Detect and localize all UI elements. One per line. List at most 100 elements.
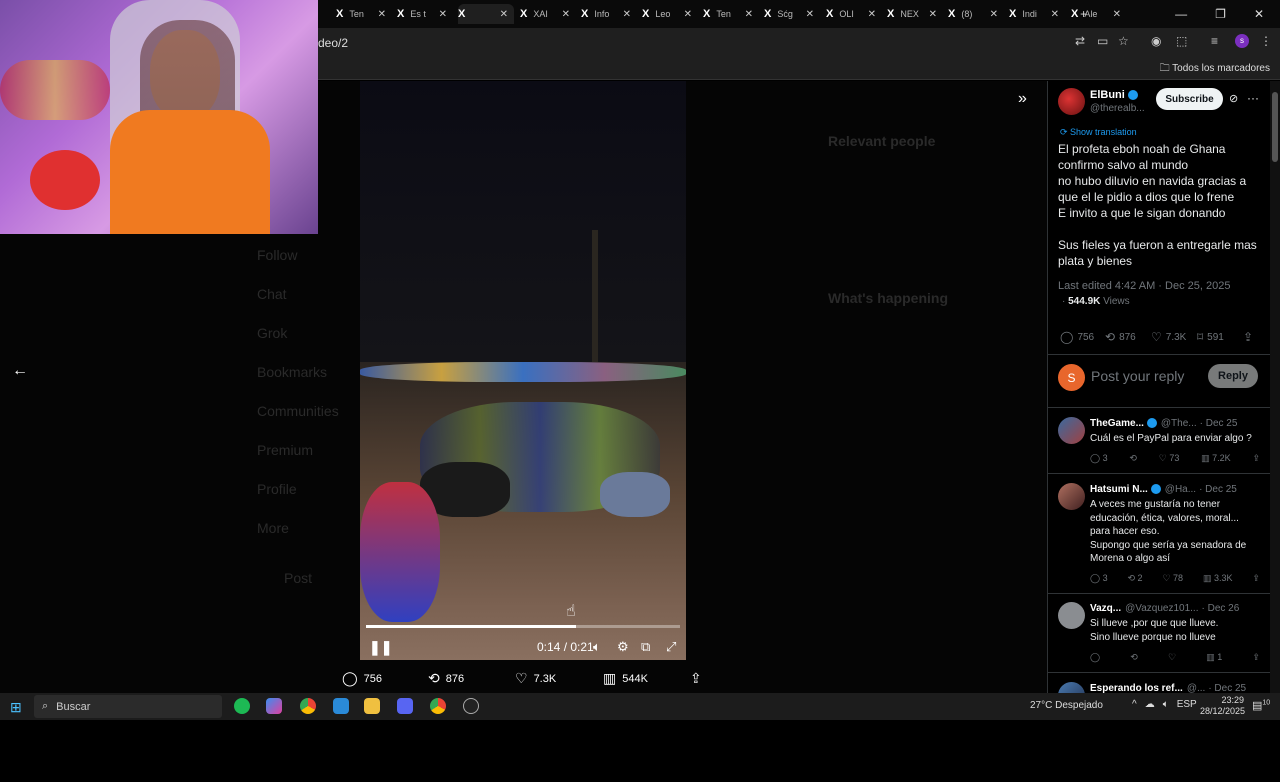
- tweet-like-stat[interactable]: ♡ 7.3K: [1151, 330, 1186, 344]
- comment-share-action[interactable]: ⇪: [1252, 573, 1260, 584]
- close-tab-icon[interactable]: ✕: [378, 9, 386, 20]
- menu-icon[interactable]: ⋮: [1260, 34, 1272, 48]
- chrome-icon[interactable]: [300, 698, 316, 714]
- close-tab-icon[interactable]: ✕: [562, 9, 570, 20]
- fullscreen-icon[interactable]: ⤢: [666, 639, 676, 655]
- notifications-icon[interactable]: ▤10: [1252, 699, 1270, 712]
- extension-icon[interactable]: ◉: [1151, 34, 1161, 48]
- comment-reply-action[interactable]: ◯: [1090, 652, 1100, 663]
- tweet-reply-stat[interactable]: ◯ 756: [1060, 330, 1094, 344]
- browser-tab[interactable]: X Ten ✕: [336, 4, 392, 24]
- restore-icon[interactable]: ❐: [1215, 7, 1226, 21]
- comment-author-handle[interactable]: @Ha...: [1165, 484, 1196, 495]
- show-translation-link[interactable]: ⟳ Show translation: [1060, 127, 1137, 138]
- scroll-thumb[interactable]: [1272, 92, 1278, 162]
- comment-views-action[interactable]: ▥ 1: [1206, 652, 1222, 663]
- comment-date[interactable]: · Dec 25: [1200, 418, 1238, 429]
- comment-like-action[interactable]: ♡ 78: [1162, 573, 1183, 584]
- comment-author-name[interactable]: Vazq...: [1090, 603, 1121, 614]
- new-tab-icon[interactable]: +: [1080, 7, 1087, 21]
- comment-date[interactable]: · Dec 26: [1201, 603, 1239, 614]
- puzzle-icon[interactable]: ⬚: [1176, 34, 1187, 48]
- repost-action[interactable]: ⟲ 876: [428, 670, 464, 687]
- obs-icon[interactable]: [463, 698, 479, 714]
- browser-tab[interactable]: X NEX ✕: [887, 4, 943, 24]
- browser-tab[interactable]: X Indi ✕: [1009, 4, 1065, 24]
- share-action[interactable]: ⇪: [690, 670, 702, 687]
- translate-icon[interactable]: ⇄: [1075, 34, 1085, 48]
- comment-author-name[interactable]: TheGame...: [1090, 418, 1144, 429]
- weather-widget[interactable]: 27°C Despejado: [1030, 700, 1103, 711]
- all-bookmarks[interactable]: 🗀 Todos los marcadores: [1160, 61, 1270, 78]
- settings-icon[interactable]: ⚙︎: [617, 639, 629, 655]
- clock[interactable]: 23:29 28/12/2025: [1200, 695, 1245, 717]
- app-icon[interactable]: [333, 698, 349, 714]
- comment-share-action[interactable]: ⇪: [1252, 453, 1260, 464]
- comment-repost-action[interactable]: ⟲: [1130, 652, 1138, 663]
- expand-icon[interactable]: »: [1018, 90, 1027, 108]
- close-tab-icon[interactable]: ✕: [929, 9, 937, 20]
- tweet-repost-stat[interactable]: ⟲ 876: [1105, 330, 1136, 344]
- views-action[interactable]: ▥ 544K: [603, 670, 648, 687]
- browser-tab[interactable]: X OLI ✕: [826, 4, 882, 24]
- tweet-bookmark-stat[interactable]: ⌑ 591: [1197, 330, 1224, 344]
- comment-avatar[interactable]: [1058, 417, 1085, 444]
- bookmark-star-icon[interactable]: ☆: [1118, 34, 1129, 48]
- comment-views-action[interactable]: ▥ 3.3K: [1203, 573, 1233, 584]
- file-explorer-icon[interactable]: [364, 698, 380, 714]
- spotify-icon[interactable]: [234, 698, 250, 714]
- grok-icon[interactable]: ⊘: [1229, 92, 1238, 105]
- author-avatar[interactable]: [1058, 88, 1085, 115]
- comment-reply-action[interactable]: ◯ 3: [1090, 453, 1108, 464]
- comment-author-name[interactable]: Hatsumi N...: [1090, 484, 1148, 495]
- system-tray[interactable]: ^ ☁︎ 🔈︎ ESP: [1132, 699, 1197, 710]
- discord-icon[interactable]: [397, 698, 413, 714]
- reply-input[interactable]: Post your reply: [1091, 368, 1184, 384]
- url-field[interactable]: deo/2: [318, 36, 348, 50]
- like-action[interactable]: ♡ 7.3K: [515, 670, 556, 687]
- comment-date[interactable]: · Dec 25: [1199, 484, 1237, 495]
- browser-tab[interactable]: X (8) ✕: [948, 4, 1004, 24]
- close-window-icon[interactable]: ✕: [1254, 7, 1264, 21]
- author-name-row[interactable]: ElBuni: [1090, 89, 1138, 101]
- browser-tab[interactable]: X Ten ✕: [703, 4, 759, 24]
- browser-tab[interactable]: X Leo ✕: [642, 4, 698, 24]
- browser-tab[interactable]: X Sćg ✕: [764, 4, 820, 24]
- windows-icon[interactable]: ⊞: [10, 699, 22, 716]
- comment-like-action[interactable]: ♡ 73: [1159, 453, 1180, 464]
- close-tab-icon[interactable]: ✕: [806, 9, 814, 20]
- close-tab-icon[interactable]: ✕: [745, 9, 753, 20]
- more-options-icon[interactable]: ···: [1247, 91, 1259, 105]
- reply-button[interactable]: Reply: [1208, 364, 1258, 388]
- close-tab-icon[interactable]: ✕: [868, 9, 876, 20]
- minimize-icon[interactable]: —: [1175, 7, 1187, 21]
- back-arrow-icon[interactable]: ←: [12, 362, 28, 380]
- comment-share-action[interactable]: ⇪: [1252, 652, 1260, 663]
- comment-repost-action[interactable]: ⟲ 2: [1128, 573, 1143, 584]
- profile-avatar[interactable]: s: [1235, 34, 1249, 48]
- chevron-up-icon[interactable]: ^: [1132, 699, 1137, 710]
- taskbar-search[interactable]: ⌕ Buscar: [34, 695, 222, 718]
- close-tab-icon[interactable]: ✕: [623, 9, 631, 20]
- volume-icon[interactable]: 🔈︎: [593, 639, 601, 655]
- edited-timestamp[interactable]: Last edited 4:42 AM · Dec 25, 2025: [1058, 280, 1230, 292]
- language-indicator[interactable]: ESP: [1177, 699, 1197, 710]
- comment-like-action[interactable]: ♡: [1168, 652, 1176, 663]
- comment-views-action[interactable]: ▥ 7.2K: [1201, 453, 1231, 464]
- tweet-share-stat[interactable]: ⇪: [1243, 330, 1253, 344]
- cast-icon[interactable]: ▭: [1097, 34, 1108, 48]
- close-tab-icon[interactable]: ✕: [684, 9, 692, 20]
- close-tab-icon[interactable]: ✕: [990, 9, 998, 20]
- comment[interactable]: Hatsumi N... @Ha... · Dec 25 A veces me gus…: [1047, 483, 1270, 594]
- close-tab-icon[interactable]: ✕: [1051, 9, 1059, 20]
- author-handle[interactable]: @therealb...: [1090, 103, 1145, 114]
- media-icon[interactable]: ≡: [1211, 34, 1218, 48]
- subscribe-button[interactable]: Subscribe: [1156, 88, 1223, 110]
- comment-repost-action[interactable]: ⟲: [1129, 453, 1137, 464]
- video-player[interactable]: [360, 362, 686, 660]
- copilot-icon[interactable]: [266, 698, 282, 714]
- chrome-profile-icon[interactable]: [430, 698, 446, 714]
- comment-reply-action[interactable]: ◯ 3: [1090, 573, 1108, 584]
- network-icon[interactable]: ☁︎: [1145, 699, 1155, 710]
- comment-avatar[interactable]: [1058, 602, 1085, 629]
